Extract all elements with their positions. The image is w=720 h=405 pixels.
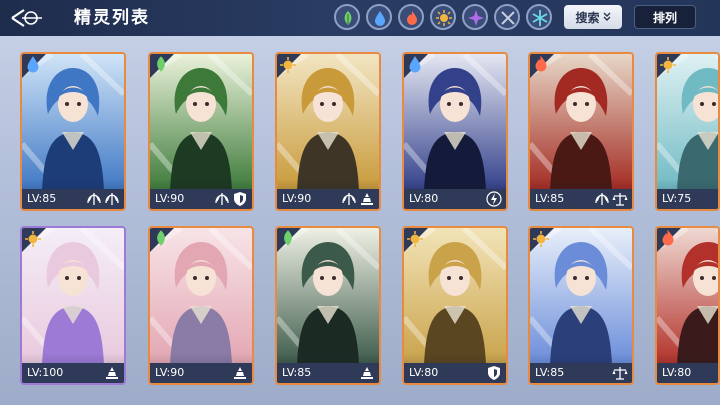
sprite-card[interactable]: LV:80	[402, 226, 508, 385]
filter-ice-button[interactable]	[526, 4, 552, 30]
tower-icon	[234, 367, 246, 379]
level-label: LV:90	[155, 366, 185, 379]
sprite-card[interactable]: LV:85	[528, 226, 634, 385]
nature-element-icon	[284, 230, 292, 246]
nature-element-icon	[157, 230, 165, 246]
card-info-bar: LV:85	[277, 363, 379, 383]
water-element-badge	[22, 54, 47, 79]
water-drop-icon	[375, 11, 385, 26]
nature-element-badge	[150, 54, 175, 79]
page-title: 精灵列表	[74, 8, 150, 28]
level-label: LV:80	[409, 192, 439, 205]
crossed-swords-icon	[501, 11, 515, 25]
sprite-card[interactable]: LV:85	[275, 226, 381, 385]
water-element-badge	[404, 54, 429, 79]
element-filter-bar	[334, 4, 552, 30]
light-element-badge	[530, 228, 555, 253]
wings-icon	[595, 193, 609, 205]
fire-element-icon	[662, 229, 674, 246]
filter-light-button[interactable]	[430, 4, 456, 30]
nature-element-icon	[157, 56, 165, 72]
filter-water-button[interactable]	[366, 4, 392, 30]
filter-nature-button[interactable]	[334, 4, 360, 30]
water-element-icon	[409, 56, 421, 73]
fire-element-badge	[657, 228, 682, 253]
level-label: LV:75	[662, 192, 692, 205]
sort-button[interactable]: 排列	[634, 5, 696, 29]
water-element-icon	[27, 56, 39, 73]
scales-icon	[612, 193, 628, 206]
scales-icon	[612, 367, 628, 380]
sprite-card[interactable]: LV:90	[148, 52, 254, 211]
shield-icon	[488, 366, 500, 380]
light-element-badge	[404, 228, 429, 253]
level-label: LV:85	[535, 366, 565, 379]
tower-icon	[106, 367, 118, 379]
search-label: 搜索	[575, 10, 600, 25]
sprite-card[interactable]: LV:75	[655, 52, 720, 211]
filter-dark-button[interactable]	[462, 4, 488, 30]
light-element-badge	[657, 54, 682, 79]
light-element-icon	[280, 57, 296, 73]
lightning-icon	[486, 191, 502, 207]
nature-element-badge	[150, 228, 175, 253]
shield-icon	[234, 192, 246, 206]
snowflake-icon	[532, 10, 548, 26]
level-label: LV:90	[282, 192, 312, 205]
level-label: LV:85	[535, 192, 565, 205]
back-arrow-icon[interactable]	[8, 4, 44, 32]
light-element-badge	[22, 228, 47, 253]
wings-icon	[105, 193, 119, 205]
wings-icon	[87, 193, 101, 205]
light-element-icon	[407, 231, 423, 247]
tower-icon	[361, 193, 373, 205]
dark-star-icon	[468, 10, 484, 26]
level-label: LV:80	[409, 366, 439, 379]
sun-icon	[436, 10, 452, 26]
card-info-bar: LV:85	[530, 363, 632, 383]
light-element-icon	[533, 231, 549, 247]
sprite-card[interactable]: LV:90	[148, 226, 254, 385]
wings-icon	[215, 193, 229, 205]
card-info-bar: LV:85	[530, 189, 632, 209]
leaf-icon	[344, 11, 352, 25]
filter-fire-button[interactable]	[398, 4, 424, 30]
card-info-bar: LV:75	[657, 189, 718, 209]
sprite-card[interactable]: LV:85	[20, 52, 126, 211]
card-info-bar: LV:80	[657, 363, 718, 383]
sprite-card[interactable]: LV:80	[655, 226, 720, 385]
level-label: LV:90	[155, 192, 185, 205]
level-label: LV:100	[27, 366, 64, 379]
light-element-icon	[660, 57, 676, 73]
sprite-card[interactable]: LV:90	[275, 52, 381, 211]
level-label: LV:85	[27, 192, 57, 205]
fire-element-icon	[535, 55, 547, 72]
light-element-icon	[25, 231, 41, 247]
wings-icon	[342, 193, 356, 205]
nature-element-badge	[277, 228, 302, 253]
sprite-card[interactable]: LV:80	[402, 52, 508, 211]
light-element-badge	[277, 54, 302, 79]
filter-neutral-button[interactable]	[494, 4, 520, 30]
sprite-card[interactable]: LV:100	[20, 226, 126, 385]
double-chevron-down-icon	[603, 12, 610, 21]
card-info-bar: LV:100	[22, 363, 124, 383]
fire-element-badge	[530, 54, 555, 79]
card-info-bar: LV:80	[404, 189, 506, 209]
card-info-bar: LV:80	[404, 363, 506, 383]
top-bar: 精灵列表 搜索 排列	[0, 0, 720, 36]
sprite-card[interactable]: LV:85	[528, 52, 634, 211]
card-info-bar: LV:90	[277, 189, 379, 209]
level-label: LV:85	[282, 366, 312, 379]
card-info-bar: LV:90	[150, 189, 252, 209]
flame-icon	[407, 11, 417, 25]
card-info-bar: LV:85	[22, 189, 124, 209]
card-info-bar: LV:90	[150, 363, 252, 383]
tower-icon	[361, 367, 373, 379]
level-label: LV:80	[662, 366, 692, 379]
search-button[interactable]: 搜索	[564, 5, 622, 29]
